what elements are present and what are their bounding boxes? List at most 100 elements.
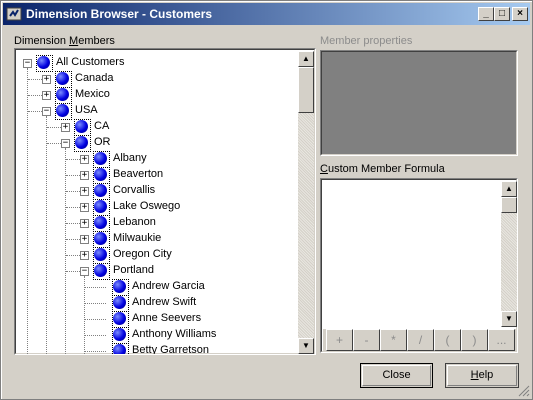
app-icon (6, 7, 22, 21)
resize-grip-icon[interactable] (518, 385, 530, 397)
member-ball-icon (56, 104, 69, 117)
expand-icon[interactable]: + (61, 123, 70, 132)
tree-node-label: Anthony Williams (132, 328, 217, 340)
scroll-down-button[interactable]: ▼ (298, 338, 314, 354)
tree-connector (66, 207, 80, 208)
tree-node[interactable]: + Canada (17, 71, 297, 88)
operator-plus-button[interactable]: + (326, 329, 353, 351)
expand-icon[interactable]: + (80, 171, 89, 180)
member-ball-icon (75, 136, 88, 149)
close-button[interactable]: Close (360, 363, 433, 388)
custom-formula-editor[interactable]: ▲ ▼ + - * /()... (320, 178, 518, 353)
member-properties-label: Member properties (320, 35, 413, 47)
expand-icon[interactable]: + (42, 75, 51, 84)
maximize-icon: □ (498, 8, 506, 19)
tree-node[interactable]: − USA (17, 103, 297, 120)
tree-node-label: CA (94, 120, 110, 132)
close-button-label: Close (382, 369, 411, 381)
help-mnemonic: H (470, 369, 479, 381)
tree-connector (66, 191, 80, 192)
tree-connector (28, 95, 42, 96)
tree-node[interactable]: Betty Garretson (17, 343, 297, 354)
member-ball-icon (56, 88, 69, 101)
expand-icon[interactable]: + (80, 155, 89, 164)
close-icon: × (517, 8, 523, 19)
member-ball-icon (94, 216, 107, 229)
formula-scroll-up-button[interactable]: ▲ (501, 181, 517, 197)
help-button[interactable]: Help (445, 363, 519, 388)
formula-scroll-thumb[interactable] (501, 197, 517, 213)
tree-node-label: Lake Oswego (113, 200, 181, 212)
tree-node[interactable]: + Oregon City (17, 247, 297, 264)
tree-node-label: Portland (113, 264, 154, 276)
formula-scrollbar[interactable]: ▲ ▼ (501, 181, 517, 327)
dimension-members-tree[interactable]: − All Customers + Canada + Mexico − USA + CA − OR + A… (14, 48, 316, 355)
collapse-icon[interactable]: − (42, 107, 51, 116)
tree-node[interactable]: Anthony Williams (17, 327, 297, 344)
tree-node-label: Lebanon (113, 216, 156, 228)
formula-scroll-down-button[interactable]: ▼ (501, 311, 517, 327)
dimension-members-label-part1: Dimension (14, 35, 70, 47)
tree-node[interactable]: Andrew Garcia (17, 279, 297, 296)
expand-icon[interactable]: + (42, 91, 51, 100)
tree-node[interactable]: − All Customers (17, 55, 297, 72)
tree-node[interactable]: − OR (17, 135, 297, 152)
tree-node[interactable]: + Mexico (17, 87, 297, 104)
tree-connector (85, 319, 106, 320)
tree-node-label: Oregon City (113, 248, 172, 260)
scroll-up-button[interactable]: ▲ (298, 51, 314, 67)
tree-node[interactable]: + CA (17, 119, 297, 136)
tree-scrollbar[interactable]: ▲ ▼ (298, 51, 314, 354)
operator-minus-button[interactable]: - (353, 329, 380, 351)
tree-node[interactable]: + Corvallis (17, 183, 297, 200)
operator-more-button[interactable]: ... (488, 329, 515, 351)
tree-node[interactable]: − Portland (17, 263, 297, 280)
expand-icon[interactable]: + (80, 203, 89, 212)
expand-icon[interactable]: + (80, 235, 89, 244)
member-ball-icon (94, 168, 107, 181)
scroll-thumb[interactable] (298, 67, 314, 113)
tree-node[interactable]: + Lake Oswego (17, 199, 297, 216)
close-window-button[interactable]: × (512, 7, 528, 21)
operator-divide-button[interactable]: / (407, 329, 434, 351)
collapse-icon[interactable]: − (80, 267, 89, 276)
collapse-icon[interactable]: − (23, 59, 32, 68)
tree-node[interactable]: + Albany (17, 151, 297, 168)
tree-connector (28, 79, 42, 80)
operator-open-paren-button[interactable]: ( (434, 329, 461, 351)
minimize-button[interactable]: _ (478, 7, 494, 21)
tree-node[interactable]: Andrew Swift (17, 295, 297, 312)
member-ball-icon (94, 152, 107, 165)
collapse-icon[interactable]: − (61, 139, 70, 148)
tree-connector (47, 143, 61, 144)
operator-multiply-button[interactable]: * (380, 329, 407, 351)
title-bar[interactable]: Dimension Browser - Customers _ □ × (3, 3, 530, 25)
tree-node-label: Mexico (75, 88, 110, 100)
window-title: Dimension Browser - Customers (26, 7, 213, 21)
expand-icon[interactable]: + (80, 187, 89, 196)
help-label-rest: elp (478, 369, 494, 381)
tree-connector (47, 127, 61, 128)
member-ball-icon (94, 248, 107, 261)
expand-icon[interactable]: + (80, 219, 89, 228)
expand-icon[interactable]: + (80, 251, 89, 260)
member-ball-icon (94, 232, 107, 245)
member-ball-icon (94, 184, 107, 197)
tree-node[interactable]: + Milwaukie (17, 231, 297, 248)
member-ball-icon (113, 280, 126, 293)
tree-connector (66, 271, 80, 272)
tree-node[interactable]: Anne Seevers (17, 311, 297, 328)
maximize-button[interactable]: □ (494, 7, 510, 21)
tree-connector (85, 287, 106, 288)
tree-connector (66, 175, 80, 176)
tree-connector (66, 255, 80, 256)
member-ball-icon (94, 264, 107, 277)
member-ball-icon (113, 328, 126, 341)
formula-border (321, 179, 517, 352)
member-ball-icon (37, 56, 50, 69)
tree-node-label: Corvallis (113, 184, 156, 196)
tree-node-label: Canada (75, 72, 114, 84)
tree-node[interactable]: + Lebanon (17, 215, 297, 232)
tree-node[interactable]: + Beaverton (17, 167, 297, 184)
operator-close-paren-button[interactable]: ) (461, 329, 488, 351)
